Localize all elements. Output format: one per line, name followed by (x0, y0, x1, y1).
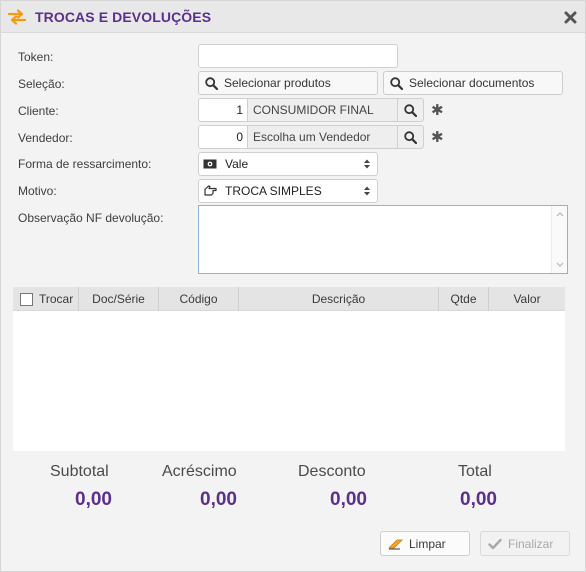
ressarcimento-value: Vale (225, 157, 249, 171)
cliente-search-button[interactable] (398, 98, 424, 122)
motivo-select[interactable]: TROCA SIMPLES (198, 179, 378, 203)
subtotal-value: 0,00 (75, 489, 112, 510)
required-asterisk: ✱ (431, 129, 444, 146)
cliente-label: Cliente: (18, 104, 59, 118)
scroll-down-icon[interactable] (552, 260, 568, 270)
cliente-name-field: CONSUMIDOR FINAL (248, 98, 398, 122)
column-trocar-label: Trocar (39, 292, 74, 306)
selecao-label: Seleção: (18, 77, 65, 91)
desconto-label: Desconto (298, 463, 366, 480)
column-doc-serie[interactable]: Doc/Série (79, 287, 159, 311)
money-icon (203, 158, 217, 170)
scroll-up-icon[interactable] (552, 209, 568, 219)
observacao-textarea[interactable] (198, 205, 568, 274)
ressarcimento-select[interactable]: Vale (198, 152, 378, 176)
table-body (13, 311, 565, 451)
observacao-value (199, 206, 567, 214)
finalizar-label: Finalizar (508, 536, 554, 551)
select-caret-icon (364, 159, 370, 169)
column-codigo[interactable]: Código (159, 287, 239, 311)
vendedor-name-field: Escolha um Vendedor (248, 125, 398, 149)
eraser-icon (388, 539, 403, 550)
motivo-label: Motivo: (18, 184, 57, 198)
column-trocar[interactable]: Trocar (13, 287, 79, 311)
limpar-label: Limpar (409, 536, 446, 551)
textarea-scrollbar[interactable] (551, 206, 567, 273)
ressarcimento-label: Forma de ressarcimento: (18, 157, 152, 171)
items-table: Trocar Doc/Série Código Descrição Qtde V… (13, 287, 565, 451)
dialog-title: TROCAS E DEVOLUÇÕES (35, 9, 212, 25)
select-all-checkbox[interactable] (20, 293, 33, 306)
vendedor-search-button[interactable] (398, 125, 424, 149)
observacao-label: Observação NF devolução: (18, 211, 164, 225)
total-label: Total (458, 463, 492, 480)
acrescimo-value: 0,00 (200, 489, 237, 510)
swap-arrows-icon (8, 9, 26, 25)
title-bar: TROCAS E DEVOLUÇÕES (1, 1, 585, 33)
limpar-button[interactable]: Limpar (380, 531, 470, 556)
motivo-value: TROCA SIMPLES (225, 184, 322, 198)
column-valor[interactable]: Valor (489, 287, 565, 311)
column-qtde[interactable]: Qtde (439, 287, 489, 311)
check-icon (488, 538, 502, 549)
select-documents-button[interactable]: Selecionar documentos (383, 71, 563, 95)
desconto-value: 0,00 (330, 489, 367, 510)
search-icon (404, 103, 417, 117)
select-products-label: Selecionar produtos (224, 76, 331, 90)
token-input[interactable] (198, 44, 398, 68)
select-caret-icon (364, 186, 370, 196)
token-label: Token: (18, 50, 54, 64)
required-asterisk: ✱ (431, 102, 444, 119)
vendedor-code-input[interactable]: 0 (198, 125, 248, 149)
finalizar-button[interactable]: Finalizar (480, 531, 570, 556)
hand-pointer-icon (203, 185, 217, 197)
select-products-button[interactable]: Selecionar produtos (198, 71, 378, 95)
search-icon (205, 76, 218, 90)
vendedor-label: Vendedor: (18, 131, 73, 145)
total-value: 0,00 (460, 489, 497, 510)
cliente-code-input[interactable]: 1 (198, 98, 248, 122)
close-icon[interactable] (563, 10, 578, 25)
search-icon (390, 76, 403, 90)
trocas-devolucoes-dialog: TROCAS E DEVOLUÇÕES Token: Seleção: Sele… (0, 0, 586, 572)
table-header: Trocar Doc/Série Código Descrição Qtde V… (13, 287, 565, 311)
acrescimo-label: Acréscimo (162, 463, 237, 480)
select-documents-label: Selecionar documentos (409, 76, 535, 90)
column-descricao[interactable]: Descrição (239, 287, 439, 311)
subtotal-label: Subtotal (50, 463, 109, 480)
search-icon (404, 130, 417, 144)
